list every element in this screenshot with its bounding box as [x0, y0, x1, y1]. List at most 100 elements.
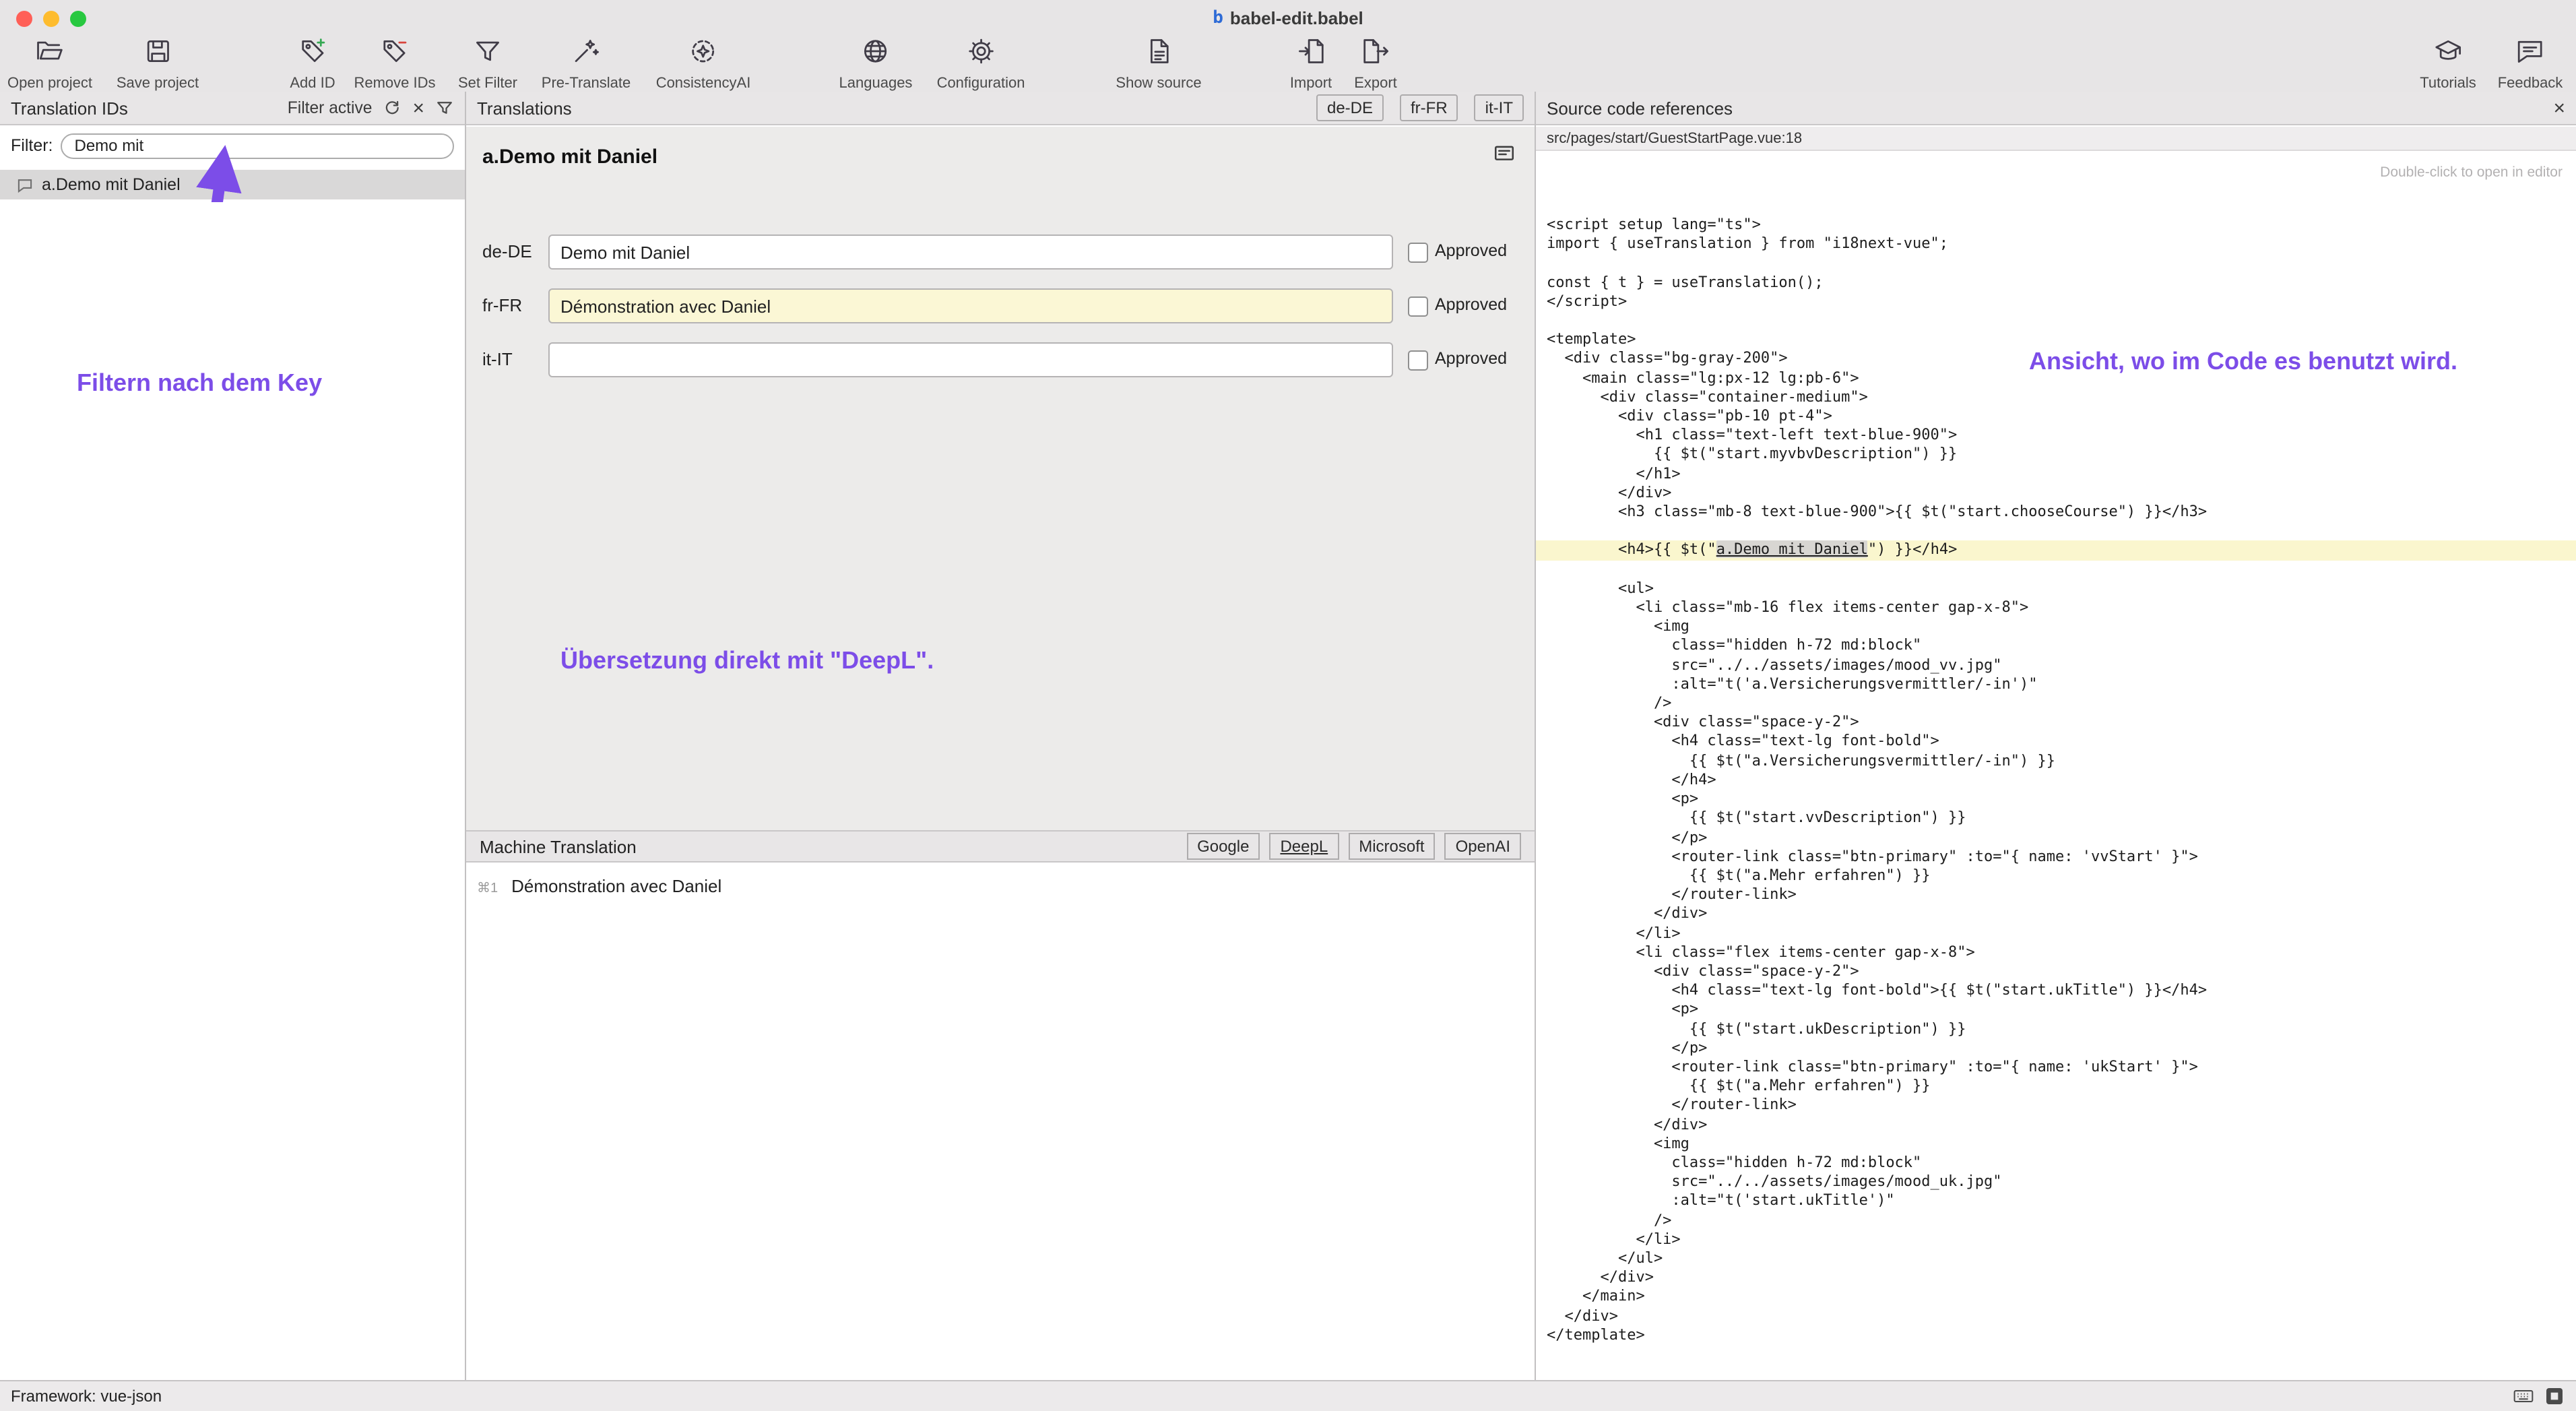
translation-id-list: a.Demo mit Daniel — [0, 164, 465, 1380]
translation-row-de: de-DE Approved — [466, 234, 1535, 270]
panel-title: Source code references — [1547, 98, 1733, 118]
code-text: <h4>{{ $t(" — [1547, 541, 1716, 559]
toolbar-label: Add ID — [290, 75, 335, 92]
status-bar: Framework: vue-json — [0, 1380, 2576, 1411]
toolbar-feedback[interactable]: Feedback — [2498, 36, 2563, 92]
mt-tab-openai[interactable]: OpenAI — [1445, 833, 1521, 860]
clear-filter-icon[interactable]: × — [412, 98, 424, 118]
translation-input-fr[interactable] — [548, 288, 1393, 323]
open-folder-icon — [35, 36, 65, 73]
toolbar-label: Feedback — [2498, 75, 2563, 92]
annotation-source-note: Ansicht, wo im Code es benutzt wird. — [2029, 348, 2457, 376]
toolbar-label: Set Filter — [458, 75, 517, 92]
mt-suggestion-text: Démonstration avec Daniel — [511, 876, 721, 896]
toolbar-configuration[interactable]: Configuration — [937, 36, 1025, 92]
annotation-deepl-note: Übersetzung direkt mit "DeepL". — [560, 647, 934, 675]
add-id-icon — [298, 36, 327, 73]
mt-tab-google[interactable]: Google — [1186, 833, 1260, 860]
import-icon — [1296, 36, 1326, 73]
language-label: it-IT — [482, 349, 513, 369]
editor-hint-text: Double-click to open in editor — [2380, 164, 2563, 181]
list-item-translation-id[interactable]: a.Demo mit Daniel — [0, 170, 465, 199]
toolbar-save-project[interactable]: Save project — [117, 36, 199, 92]
window-title-text: babel-edit.babel — [1230, 7, 1363, 28]
toolbar-consistency-ai[interactable]: ConsistencyAI — [656, 36, 751, 92]
globe-icon — [861, 36, 891, 73]
approved-checkbox[interactable] — [1408, 243, 1428, 263]
zoom-window-button[interactable] — [70, 11, 86, 27]
translation-ids-panel: Translation IDs Filter active × Filter: … — [0, 92, 466, 1380]
ai-sparkle-icon — [688, 36, 718, 73]
refresh-icon[interactable] — [383, 98, 401, 117]
toolbar-set-filter[interactable]: Set Filter — [458, 36, 517, 92]
toolbar-label: ConsistencyAI — [656, 75, 751, 92]
framework-label: Framework: vue-json — [11, 1387, 162, 1406]
translation-id-label: a.Demo mit Daniel — [42, 175, 181, 194]
export-icon — [1361, 36, 1390, 73]
approved-label: Approved — [1435, 295, 1507, 314]
toolbar-pre-translate[interactable]: Pre-Translate — [542, 36, 631, 92]
translation-input-it[interactable] — [548, 342, 1393, 377]
language-tab-de[interactable]: de-DE — [1316, 94, 1384, 121]
translation-row-fr: fr-FR Approved — [466, 288, 1535, 323]
toolbar-remove-ids[interactable]: Remove IDs — [354, 36, 435, 92]
language-tab-it[interactable]: it-IT — [1475, 94, 1524, 121]
filter-funnel-icon[interactable] — [435, 98, 454, 117]
language-tab-fr[interactable]: fr-FR — [1400, 94, 1458, 121]
toolbar-label: Configuration — [937, 75, 1025, 92]
toolbar-open-project[interactable]: Open project — [7, 36, 92, 92]
toolbar-languages[interactable]: Languages — [839, 36, 913, 92]
toolbar-label: Open project — [7, 75, 92, 92]
filter-row: Filter: — [0, 127, 465, 164]
toolbar-add-id[interactable]: Add ID — [290, 36, 335, 92]
translation-ids-header: Translation IDs Filter active × — [0, 92, 465, 125]
toolbar-import[interactable]: Import — [1290, 36, 1332, 92]
panel-title: Translation IDs — [11, 98, 128, 118]
window-chrome: b babel-edit.babel Open project Save pro… — [0, 0, 2576, 93]
feedback-bubble-icon — [2515, 36, 2545, 73]
toolbar-label: Tutorials — [2420, 75, 2476, 92]
source-references-panel: Source code references × src/pages/start… — [1536, 92, 2576, 1380]
gear-icon — [966, 36, 996, 73]
source-file-reference[interactable]: src/pages/start/GuestStartPage.vue:18 — [1536, 127, 2576, 151]
approved-checkbox[interactable] — [1408, 296, 1428, 317]
toolbar-show-source[interactable]: Show source — [1116, 36, 1201, 92]
translation-input-de[interactable] — [548, 234, 1393, 270]
toolbar-tutorials[interactable]: Tutorials — [2420, 36, 2476, 92]
code-view: <script setup lang="ts"> import { useTra… — [1536, 216, 2576, 1380]
machine-translation-title: Machine Translation — [480, 836, 637, 856]
window-title: b babel-edit.babel — [1213, 0, 1363, 35]
minimize-window-button[interactable] — [43, 11, 59, 27]
annotation-filter-note: Filtern nach dem Key — [77, 369, 322, 398]
code-text: ") }}</h4> — [1868, 541, 1957, 559]
machine-translation-header: Machine Translation Google DeepL Microso… — [466, 830, 1535, 863]
filter-input[interactable] — [61, 133, 455, 158]
toolbar-label: Save project — [117, 75, 199, 92]
mt-tab-deepl[interactable]: DeepL — [1269, 833, 1339, 860]
code-block-after: <ul> <li class="mb-16 flex items-center … — [1536, 560, 2576, 1345]
close-panel-icon[interactable]: × — [2553, 98, 2565, 118]
toolbar-label: Import — [1290, 75, 1332, 92]
machine-translation-body: ⌘1 Démonstration avec Daniel — [466, 864, 1535, 1380]
translations-body: a.Demo mit Daniel de-DE Approved fr-FR A… — [466, 127, 1535, 830]
toolbar-label: Languages — [839, 75, 913, 92]
keyboard-icon[interactable] — [2513, 1385, 2534, 1407]
comment-note-icon[interactable] — [1493, 143, 1516, 173]
close-window-button[interactable] — [16, 11, 32, 27]
code-block-before: <script setup lang="ts"> import { useTra… — [1536, 216, 2576, 541]
window-controls — [16, 11, 86, 27]
remove-id-icon — [380, 36, 410, 73]
toolbar-export[interactable]: Export — [1354, 36, 1397, 92]
toolbar-label: Pre-Translate — [542, 75, 631, 92]
filter-active-label: Filter active — [288, 98, 373, 117]
mt-tab-microsoft[interactable]: Microsoft — [1348, 833, 1435, 860]
source-document-icon — [1144, 36, 1173, 73]
input-source-icon[interactable] — [2544, 1385, 2565, 1407]
code-highlighted-line: <h4>{{ $t("a.Demo mit Daniel") }}</h4> — [1536, 541, 2576, 560]
language-label: fr-FR — [482, 295, 522, 315]
application-window: b babel-edit.babel Open project Save pro… — [0, 0, 2576, 1411]
toolbar-label: Export — [1354, 75, 1397, 92]
highlighted-translation-key-token: a.Demo mit Daniel — [1716, 541, 1868, 559]
mt-suggestion-row[interactable]: ⌘1 Démonstration avec Daniel — [477, 876, 721, 896]
approved-checkbox[interactable] — [1408, 350, 1428, 371]
